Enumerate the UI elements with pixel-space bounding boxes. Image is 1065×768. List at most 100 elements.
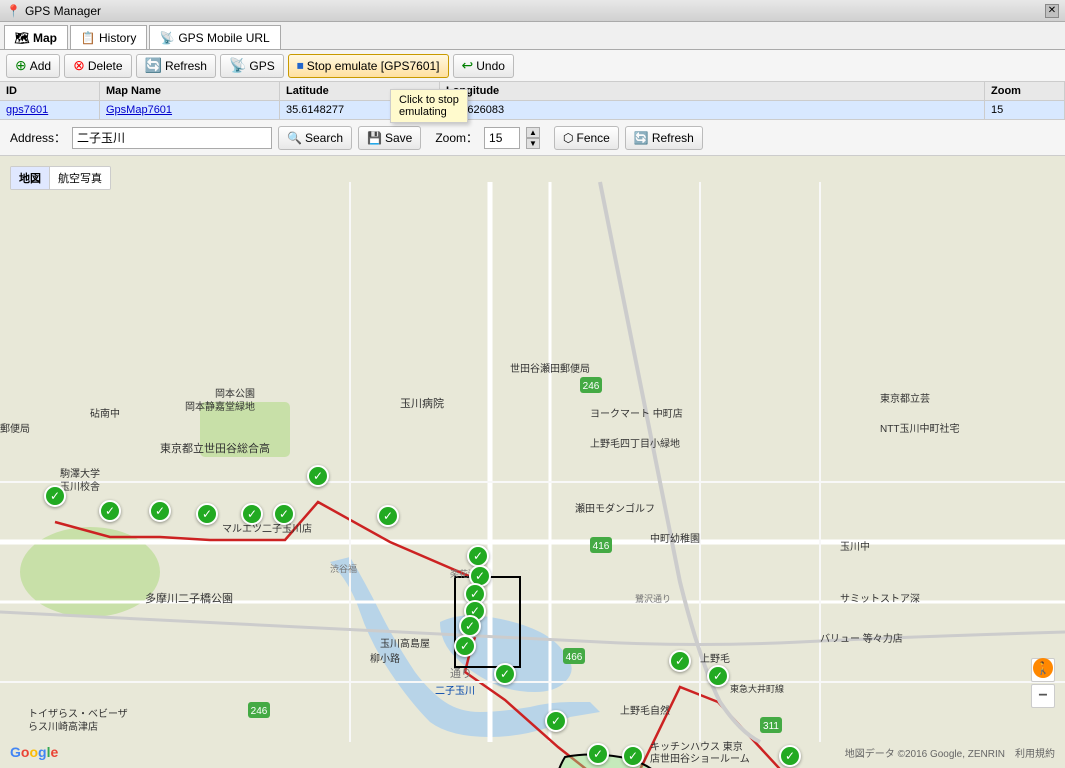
svg-text:トイザらス・ベビーザ: トイザらス・ベビーザ [28,708,128,720]
zoom-up-button[interactable]: ▲ [526,127,540,138]
stop-emulate-icon: ⏹ [297,57,304,74]
gps-marker[interactable]: ✓ [196,503,218,525]
map-refresh-icon: 🔄 [634,131,649,145]
cell-map-name[interactable]: GpsMap7601 [100,101,280,119]
svg-text:466: 466 [566,652,583,663]
toolbar: ⊕ Add ⊗ Delete 🔄 Refresh 📡 GPS ⏹ Stop em… [0,50,1065,82]
undo-icon: ↩ [462,57,474,74]
gps-marker[interactable]: ✓ [459,615,481,637]
gps-marker[interactable]: ✓ [99,500,121,522]
tab-gps-mobile-url[interactable]: 📡 GPS Mobile URL [149,25,280,49]
gps-marker[interactable]: ✓ [587,743,609,765]
refresh-button[interactable]: 🔄 Refresh [136,54,216,78]
gps-marker[interactable]: ✓ [669,650,691,672]
gps-marker[interactable]: ✓ [545,710,567,732]
svg-text:バリュー 等々力店: バリュー 等々力店 [820,632,903,645]
svg-text:サミットストア深: サミットストア深 [840,593,920,605]
gps-marker[interactable]: ✓ [454,635,476,657]
col-map-name: Map Name [100,82,280,100]
svg-text:上野毛自然: 上野毛自然 [620,704,670,717]
window-title: GPS Manager [25,4,101,18]
address-input[interactable] [72,127,272,149]
map-type-aerial[interactable]: 航空写真 [50,167,110,189]
col-id: ID [0,82,100,100]
pegman-icon[interactable]: 🚶 [1033,658,1053,678]
svg-text:砧南中: 砧南中 [90,407,120,420]
save-button[interactable]: 💾 Save [358,126,421,150]
delete-button[interactable]: ⊗ Delete [64,54,131,78]
svg-text:NTT玉川中町社宅: NTT玉川中町社宅 [880,422,959,435]
map-svg: 東京都立世田谷総合高 駒澤大学 玉川校舎 マルエツ二子玉川店 多摩川二子橋公園 … [0,156,1065,768]
col-longitude: Longitude [440,82,985,100]
svg-text:多摩川二子橋公園: 多摩川二子橋公園 [145,591,233,605]
map-area[interactable]: 東京都立世田谷総合高 駒澤大学 玉川校舎 マルエツ二子玉川店 多摩川二子橋公園 … [0,156,1065,768]
gps-marker[interactable]: ✓ [494,663,516,685]
svg-text:瀬田モダンゴルフ: 瀬田モダンゴルフ [575,502,655,515]
undo-button[interactable]: ↩ Undo [453,54,514,78]
save-icon: 💾 [367,131,382,145]
zoom-label: Zoom： [435,129,478,146]
svg-text:マルエツ二子玉川店: マルエツ二子玉川店 [222,522,312,535]
svg-text:上野毛四丁目小緑地: 上野毛四丁目小緑地 [590,437,680,450]
svg-text:らス川崎高津店: らス川崎高津店 [28,720,98,733]
gps-marker[interactable]: ✓ [149,500,171,522]
svg-text:玉川病院: 玉川病院 [400,396,444,410]
title-bar: 📍 GPS Manager ✕ [0,0,1065,22]
history-tab-icon: 📋 [81,31,95,45]
grid-header: ID Map Name Latitude Longitude Zoom [0,82,1065,101]
gps-marker[interactable]: ✓ [377,505,399,527]
zoom-out-button[interactable]: − [1031,684,1055,708]
tooltip-text: Click to stopemulating [399,94,459,118]
gps-marker[interactable]: ✓ [273,503,295,525]
svg-text:東急大井町線: 東急大井町線 [730,683,784,694]
svg-text:岡本公園: 岡本公園 [215,387,255,400]
map-type-map[interactable]: 地図 [11,167,50,189]
gps-icon: 📡 [229,57,246,74]
gps-marker[interactable]: ✓ [622,745,644,767]
svg-text:東京都立世田谷総合高: 東京都立世田谷総合高 [160,441,270,455]
fence-button[interactable]: ⬡ Fence [554,126,619,150]
svg-text:渋谷福: 渋谷福 [330,563,357,574]
tab-history[interactable]: 📋 History [70,25,147,49]
tab-bar: 🗺 Map 📋 History 📡 GPS Mobile URL [0,22,1065,50]
add-button[interactable]: ⊕ Add [6,54,60,78]
tab-map[interactable]: 🗺 Map [4,25,68,49]
svg-text:郵便局: 郵便局 [0,422,30,435]
close-button[interactable]: ✕ [1045,4,1059,18]
svg-text:ヨークマート 中町店: ヨークマート 中町店 [590,407,683,420]
gps-button[interactable]: 📡 GPS [220,54,284,78]
gps-marker[interactable]: ✓ [44,485,66,507]
svg-text:岡本静嘉堂緑地: 岡本静嘉堂緑地 [185,400,255,413]
gps-marker[interactable]: ✓ [779,745,801,767]
gps-marker[interactable]: ✓ [307,465,329,487]
svg-text:二子玉川: 二子玉川 [435,685,475,697]
stop-emulate-button[interactable]: ⏹ Stop emulate [GPS7601] [288,54,449,78]
svg-text:中町幼稚園: 中町幼稚園 [650,532,700,545]
svg-text:鷺沢通り: 鷺沢通り [635,593,671,604]
zoom-input[interactable] [484,127,520,149]
gps-marker[interactable]: ✓ [707,665,729,687]
svg-text:東京都立芸: 東京都立芸 [880,392,930,405]
zoom-spinner: ▲ ▼ [526,127,540,149]
gps-marker[interactable]: ✓ [467,545,489,567]
svg-text:玉川校舎: 玉川校舎 [60,480,100,493]
map-refresh-button[interactable]: 🔄 Refresh [625,126,703,150]
map-tab-icon: 🗺 [15,31,29,45]
svg-text:柳小路: 柳小路 [370,652,400,665]
cell-id[interactable]: gps7601 [0,101,100,119]
tooltip: Click to stopemulating [390,89,468,123]
address-label: Address： [10,129,66,146]
cell-longitude: 139.626083 [440,101,985,119]
svg-text:416: 416 [593,541,610,552]
search-button[interactable]: 🔍 Search [278,126,352,150]
gps-marker[interactable]: ✓ [241,503,263,525]
svg-text:246: 246 [583,381,600,392]
grid-row[interactable]: gps7601 GpsMap7601 35.6148277 139.626083… [0,101,1065,119]
svg-text:店世田谷ショールーム: 店世田谷ショールーム [650,752,750,765]
svg-text:世田谷瀬田郵便局: 世田谷瀬田郵便局 [510,362,590,375]
add-icon: ⊕ [15,57,27,74]
search-icon: 🔍 [287,131,302,145]
svg-text:玉川高島屋: 玉川高島屋 [380,637,430,650]
svg-text:上野毛: 上野毛 [700,653,730,665]
zoom-down-button[interactable]: ▼ [526,138,540,149]
